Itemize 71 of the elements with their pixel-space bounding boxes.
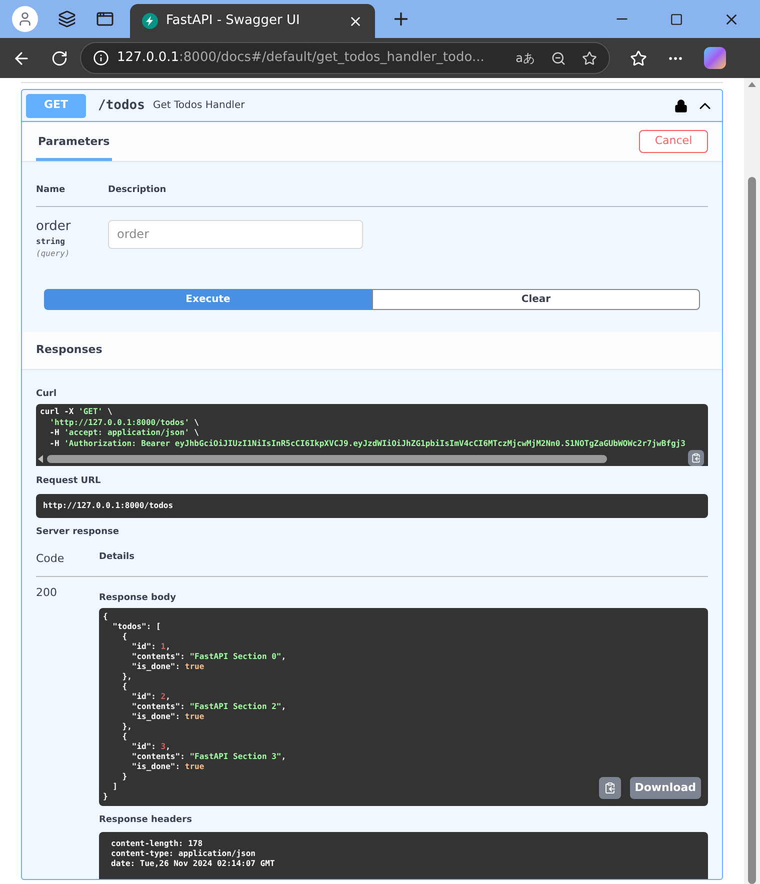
code-line: } xyxy=(103,792,108,802)
parameter-location: (query) xyxy=(36,248,71,260)
copy-icon[interactable] xyxy=(688,450,704,466)
code-line: "id": 2, xyxy=(130,692,170,702)
scroll-left-arrow-icon[interactable] xyxy=(38,455,43,463)
method-badge: GET xyxy=(26,94,86,118)
translate-icon[interactable]: aあ xyxy=(516,49,535,67)
code-line: { xyxy=(121,732,128,742)
code-line: { xyxy=(103,612,108,622)
url-text: 127.0.0.1:8000/docs#/default/get_todos_handler_todo... xyxy=(117,49,486,68)
copilot-icon[interactable] xyxy=(704,47,726,69)
zoom-out-icon[interactable] xyxy=(551,50,566,66)
favorite-star-icon[interactable] xyxy=(582,50,597,66)
code-line: curl -X 'GET' \ xyxy=(40,407,112,418)
lock-icon[interactable] xyxy=(674,98,688,112)
copy-icon[interactable] xyxy=(598,777,621,799)
header-line: date: Tue,26 Nov 2024 02:14:07 GMT xyxy=(111,858,275,868)
column-header: Name xyxy=(36,184,66,197)
reload-icon[interactable] xyxy=(51,50,68,66)
code-line: -H 'accept: application/json' \ xyxy=(48,428,199,438)
code-line: ] xyxy=(112,782,118,792)
profile-avatar-icon[interactable] xyxy=(12,6,38,32)
code-line: "is_done": true xyxy=(130,712,204,722)
download-button[interactable]: Download xyxy=(630,777,701,799)
request-url-label: Request URL xyxy=(36,475,102,488)
column-header: Description xyxy=(108,184,166,197)
tab-actions-icon[interactable] xyxy=(96,10,114,28)
request-url-block: http://127.0.0.1:8000/todos xyxy=(36,494,708,518)
code-line: -H 'Authorization: Bearer eyJhbGciOiJIUzI1NiIsInR5cCI6IkpXVCJ9.eyJzdWIiOiJhZG1pbiIsImV4cCI6MTczMjcwMjM2Nn0.S1NOTgZaGUbWOWc2r7jwBfgj3 xyxy=(48,438,686,449)
operation-path: /todos xyxy=(98,96,145,115)
workspaces-icon[interactable] xyxy=(58,10,76,28)
column-header: Code xyxy=(36,551,66,567)
vertical-scrollbar-thumb[interactable] xyxy=(748,177,756,884)
parameter-name: order xyxy=(36,218,72,236)
response-headers-label: Response headers xyxy=(99,814,193,827)
code-line: "contents": "FastAPI Section 3", xyxy=(130,752,286,762)
info-icon xyxy=(93,50,109,66)
operation-summary: Get Todos Handler xyxy=(152,99,245,113)
response-code: 200 xyxy=(36,584,58,600)
address-bar[interactable]: 127.0.0.1:8000/docs#/default/get_todos_handler_todo... aあ xyxy=(80,42,610,74)
code-line: "contents": "FastAPI Section 2", xyxy=(130,702,286,712)
code-line: }, xyxy=(121,722,132,732)
code-line: } xyxy=(121,772,128,782)
code-line: "contents": "FastAPI Section 0", xyxy=(130,652,286,662)
code-line: { xyxy=(121,632,128,642)
parameters-tab[interactable]: Parameters xyxy=(36,134,112,161)
code-line: "is_done": true xyxy=(130,762,204,772)
parameter-type: string xyxy=(36,236,66,248)
code-line: "id": 3, xyxy=(130,742,170,752)
favorites-icon[interactable] xyxy=(630,50,647,66)
code-line: "is_done": true xyxy=(130,662,204,672)
code-line: "id": 1, xyxy=(130,642,170,652)
column-header: Details xyxy=(99,551,134,564)
response-body-label: Response body xyxy=(99,592,177,604)
code-line: { xyxy=(121,682,128,692)
parameter-input[interactable]: order xyxy=(108,220,363,248)
clear-button[interactable]: Clear xyxy=(372,288,700,310)
curl-label: Curl xyxy=(36,388,58,400)
header-line: content-type: application/json xyxy=(111,848,256,858)
browser-tab[interactable]: FastAPI - Swagger UI xyxy=(130,4,375,38)
code-line: }, xyxy=(121,672,132,682)
fastapi-logo-icon xyxy=(142,13,158,29)
code-line: "todos": [ xyxy=(112,622,161,632)
horizontal-scrollbar-thumb[interactable] xyxy=(47,455,607,463)
responses-title: Responses xyxy=(36,342,102,358)
maximize-icon[interactable] xyxy=(670,12,683,26)
tab-title: FastAPI - Swagger UI xyxy=(166,12,301,30)
code-line: 'http://127.0.0.1:8000/todos' \ xyxy=(48,418,199,428)
scroll-up-arrow-icon[interactable] xyxy=(748,82,756,87)
server-response-label: Server response xyxy=(36,526,120,538)
header-line: content-length: 178 xyxy=(111,838,203,848)
